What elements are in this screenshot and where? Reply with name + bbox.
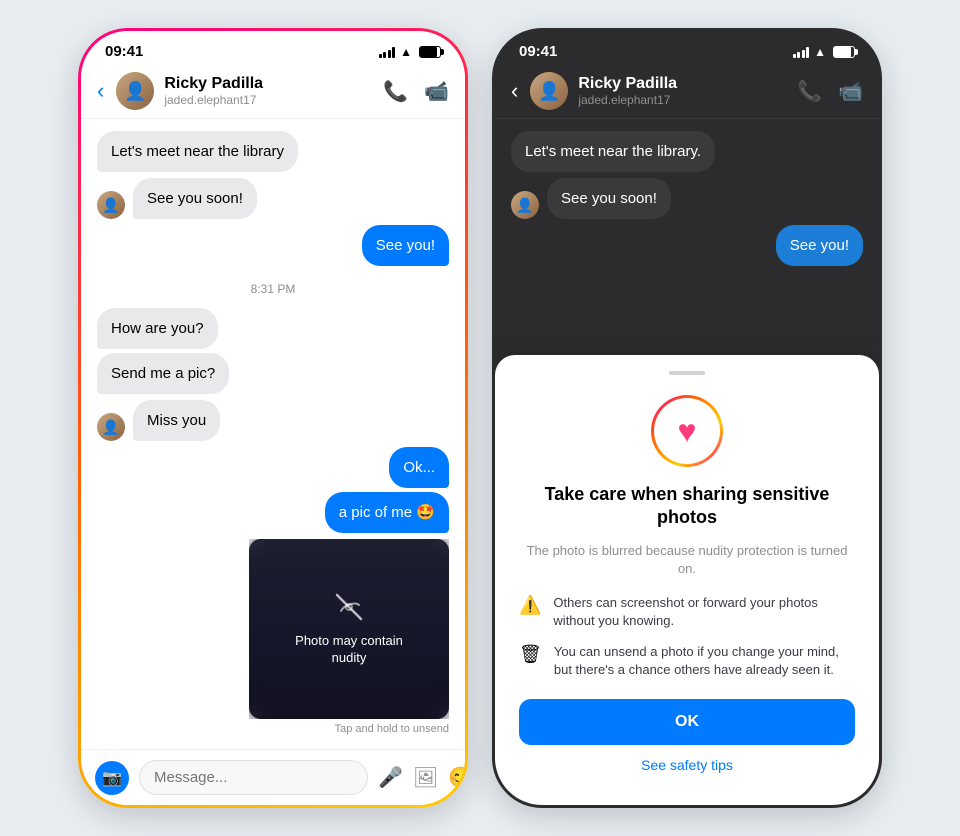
contact-username-left: jaded.elephant17 [164, 93, 373, 107]
p2-msg-avatar: 👤 [511, 191, 539, 219]
wifi-icon-right: ▲ [814, 45, 826, 59]
contact-info-left: Ricky Padilla jaded.elephant17 [164, 75, 373, 107]
msg-bubble-2: See you soon! [133, 178, 257, 219]
contact-info-right: Ricky Padilla jaded.elephant17 [578, 75, 787, 107]
msg-avatar-1: 👤 [97, 191, 125, 219]
bubble-group-1: Let's meet near the library [97, 131, 449, 172]
blurred-photo-wrap[interactable]: Photo may containnudity Tap and hold to … [97, 539, 449, 735]
contact-name-right: Ricky Padilla [578, 75, 787, 93]
ok-button[interactable]: OK [519, 699, 855, 745]
warning-icon-2: 🗑 [519, 644, 542, 665]
avatar-right: 👤 [530, 72, 568, 110]
warning-text-1: Others can screenshot or forward your ph… [553, 594, 855, 630]
status-time-left: 09:41 [105, 43, 143, 60]
p2-msg-3: See you! [776, 225, 863, 266]
signal-bar-r3 [802, 50, 805, 58]
msg-bubble-8: a pic of me 🤩 [325, 492, 449, 533]
status-icons-right: ▲ [793, 45, 855, 59]
heart-icon: ♥ [678, 413, 697, 450]
signal-bars-left [379, 46, 396, 58]
header-actions-left: 📞 📹 [383, 79, 449, 104]
camera-button[interactable]: 📷 [95, 761, 129, 795]
p2-bubble-group-sent: See you! [511, 225, 863, 266]
msg-avatar-2: 👤 [97, 413, 125, 441]
heart-icon-wrap: ♥ [651, 395, 723, 467]
input-actions: 🎤 🖼 😊 [378, 765, 468, 790]
status-icons-left: ▲ [379, 45, 441, 59]
call-icon-left[interactable]: 📞 [383, 79, 408, 104]
p2-msg-1: Let's meet near the library. [511, 131, 715, 172]
phone-left: 09:41 ▲ ‹ [78, 28, 468, 808]
chat-header-left: ‹ 👤 Ricky Padilla jaded.elephant17 📞 📹 [81, 64, 465, 119]
signal-bar-r4 [806, 47, 809, 58]
status-time-right: 09:41 [519, 43, 557, 60]
modal-warnings: ⚠️ Others can screenshot or forward your… [519, 594, 855, 679]
header-actions-right: 📞 📹 [797, 79, 863, 104]
avatar-left: 👤 [116, 72, 154, 110]
modal-sheet: ♥ Take care when sharing sensitive photo… [495, 355, 879, 805]
signal-bar-3 [388, 50, 391, 58]
tap-unsend-hint: Tap and hold to unsend [335, 723, 449, 735]
mic-icon[interactable]: 🎤 [378, 765, 403, 790]
time-label-1: 8:31 PM [97, 282, 449, 296]
phone-right: 09:41 ▲ ‹ [492, 28, 882, 808]
safety-tips-link[interactable]: See safety tips [641, 757, 733, 773]
messages-area-left[interactable]: Let's meet near the library 👤 See you so… [81, 119, 465, 805]
eye-slash-icon [333, 591, 365, 623]
contact-username-right: jaded.elephant17 [578, 93, 787, 107]
status-bar-right: 09:41 ▲ [495, 31, 879, 64]
bubble-group-2: How are you? Send me a pic? [97, 308, 449, 394]
call-icon-right[interactable]: 📞 [797, 79, 822, 104]
signal-bar-r1 [793, 54, 796, 58]
message-input[interactable] [139, 760, 368, 795]
msg-row-miss-you: 👤 Miss you [97, 400, 449, 441]
signal-bar-r2 [797, 52, 800, 58]
chat-header-right: ‹ 👤 Ricky Padilla jaded.elephant17 📞 📹 [495, 64, 879, 119]
modal-title: Take care when sharing sensitive photos [519, 483, 855, 530]
msg-row-see-you-soon: 👤 See you soon! [97, 178, 449, 219]
msg-bubble-1: Let's meet near the library [97, 131, 298, 172]
msg-bubble-4: How are you? [97, 308, 218, 349]
p2-msg-row-2: 👤 See you soon! [511, 178, 863, 219]
sheet-handle [669, 371, 705, 375]
status-bar-left: 09:41 ▲ [81, 31, 465, 64]
warning-row-2: 🗑 You can unsend a photo if you change y… [519, 643, 855, 679]
warning-text-2: You can unsend a photo if you change you… [554, 643, 855, 679]
signal-bars-right [793, 46, 810, 58]
signal-bar-4 [392, 47, 395, 58]
avatar-img-right: 👤 [530, 72, 568, 110]
sticker-icon[interactable]: 😊 [448, 765, 468, 790]
msg-bubble-6: Miss you [133, 400, 220, 441]
video-icon-left[interactable]: 📹 [424, 79, 449, 104]
bubble-group-sent-2: Ok... a pic of me 🤩 [97, 447, 449, 533]
warning-icon-1: ⚠️ [519, 595, 541, 616]
msg-bubble-3: See you! [362, 225, 449, 266]
nudity-text: Photo may containnudity [295, 633, 403, 667]
wifi-icon-left: ▲ [400, 45, 412, 59]
msg-bubble-5: Send me a pic? [97, 353, 229, 394]
battery-icon-left [419, 46, 441, 58]
contact-name-left: Ricky Padilla [164, 75, 373, 93]
battery-icon-right [833, 46, 855, 58]
photo-icon[interactable]: 🖼 [413, 765, 438, 790]
signal-bar-2 [383, 52, 386, 58]
blurred-photo[interactable]: Photo may containnudity [249, 539, 449, 719]
p2-bubble-group-1: Let's meet near the library. [511, 131, 863, 172]
bubble-group-sent-1: See you! [97, 225, 449, 266]
signal-bar-1 [379, 54, 382, 58]
back-button-right[interactable]: ‹ [511, 78, 518, 104]
warning-row-1: ⚠️ Others can screenshot or forward your… [519, 594, 855, 630]
video-icon-right[interactable]: 📹 [838, 79, 863, 104]
avatar-img-left: 👤 [116, 72, 154, 110]
back-button-left[interactable]: ‹ [97, 78, 104, 104]
modal-subtitle: The photo is blurred because nudity prot… [519, 542, 855, 578]
camera-icon: 📷 [102, 768, 122, 788]
p2-msg-2: See you soon! [547, 178, 671, 219]
blur-overlay [249, 539, 449, 719]
input-bar-left: 📷 🎤 🖼 😊 [81, 749, 465, 805]
msg-bubble-7: Ok... [389, 447, 449, 488]
